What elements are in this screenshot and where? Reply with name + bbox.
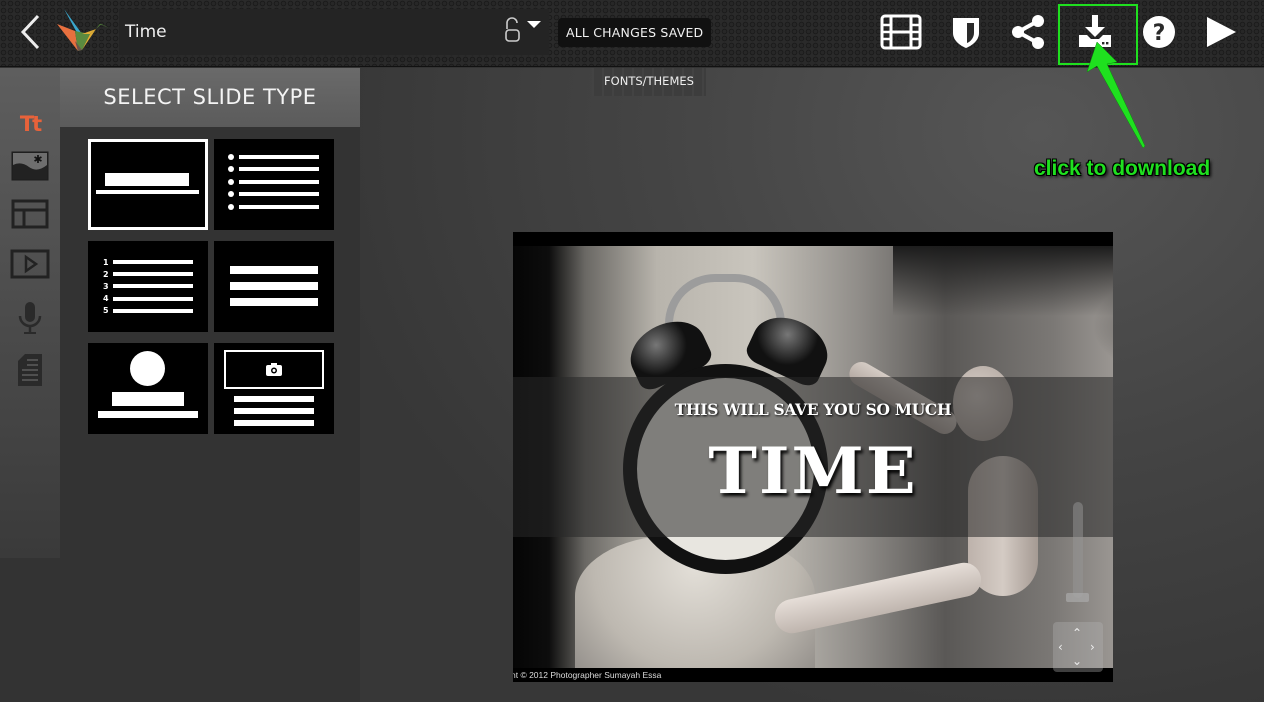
slide-type-bulleted-list[interactable] (214, 139, 334, 230)
app: Time ALL CHANGES SAVED ? FONTS/THEMES Tt… (0, 0, 1264, 702)
pan-down-icon[interactable]: ⌄ (1072, 655, 1082, 667)
rail-item-notes[interactable] (8, 352, 52, 388)
film-strip-icon (880, 14, 922, 50)
slide-type-image-caption[interactable] (214, 343, 334, 434)
pan-up-icon[interactable]: ⌃ (1072, 627, 1082, 639)
share-icon (1012, 15, 1044, 49)
zoom-slider-thumb[interactable] (1066, 593, 1089, 602)
privacy-lock-dropdown[interactable] (503, 17, 547, 45)
origami-crane-logo (57, 9, 109, 51)
save-status-badge: ALL CHANGES SAVED (558, 18, 712, 47)
rail-item-text[interactable]: Tt (8, 106, 52, 142)
photo-credit: nt © 2012 Photographer Sumayah Essa (513, 668, 1113, 682)
top-toolbar: Time ALL CHANGES SAVED ? (0, 0, 1264, 67)
tool-rail: Tt ✱ (0, 68, 60, 558)
privacy-button[interactable] (944, 12, 988, 52)
fonts-themes-tab[interactable]: FONTS/THEMES (592, 68, 706, 96)
play-button[interactable] (1199, 12, 1243, 52)
play-icon (1207, 17, 1236, 47)
annotation-arrow-icon (1086, 41, 1146, 149)
slide-title[interactable]: TIME (513, 434, 1113, 509)
pan-left-icon[interactable]: ‹ (1058, 641, 1063, 653)
rail-item-layout[interactable] (8, 196, 52, 232)
caret-down-icon (527, 21, 541, 28)
slide-subtitle[interactable]: THIS WILL SAVE YOU SO MUCH (513, 400, 1113, 419)
presentation-title-input[interactable]: Time (119, 9, 549, 55)
image-icon: ✱ (11, 151, 49, 181)
layout-icon (11, 199, 49, 229)
app-logo[interactable] (52, 4, 112, 54)
slide-type-text-block[interactable] (214, 241, 334, 332)
slide-type-profile[interactable] (88, 343, 208, 434)
svg-text:✱: ✱ (33, 153, 42, 166)
camera-icon (266, 363, 282, 376)
slide-type-panel: SELECT SLIDE TYPE 1 2 3 4 5 (60, 68, 360, 558)
slide-type-title[interactable] (88, 139, 208, 230)
share-button[interactable] (1006, 12, 1050, 52)
zoom-slider-track[interactable] (1073, 502, 1083, 598)
pan-control[interactable]: ⌃ ‹ › ⌄ (1053, 622, 1103, 672)
video-icon (10, 249, 50, 279)
rail-item-video[interactable] (8, 246, 52, 282)
microphone-icon (18, 302, 42, 334)
back-button[interactable] (16, 12, 46, 52)
annotation-text: click to download (1034, 157, 1211, 180)
notes-icon (18, 354, 42, 386)
panel-title: SELECT SLIDE TYPE (60, 68, 360, 127)
chevron-left-icon (20, 14, 40, 50)
text-icon: Tt (19, 112, 42, 136)
slide-preview[interactable]: THIS WILL SAVE YOU SO MUCH TIME nt © 201… (513, 232, 1113, 682)
rail-item-audio[interactable] (8, 300, 52, 336)
slide-type-numbered-list[interactable]: 1 2 3 4 5 (88, 241, 208, 332)
storyboard-button[interactable] (879, 12, 923, 52)
pan-right-icon[interactable]: › (1090, 641, 1095, 653)
shield-icon (953, 18, 979, 48)
unlock-icon (505, 17, 520, 42)
rail-item-image[interactable]: ✱ (8, 148, 52, 184)
